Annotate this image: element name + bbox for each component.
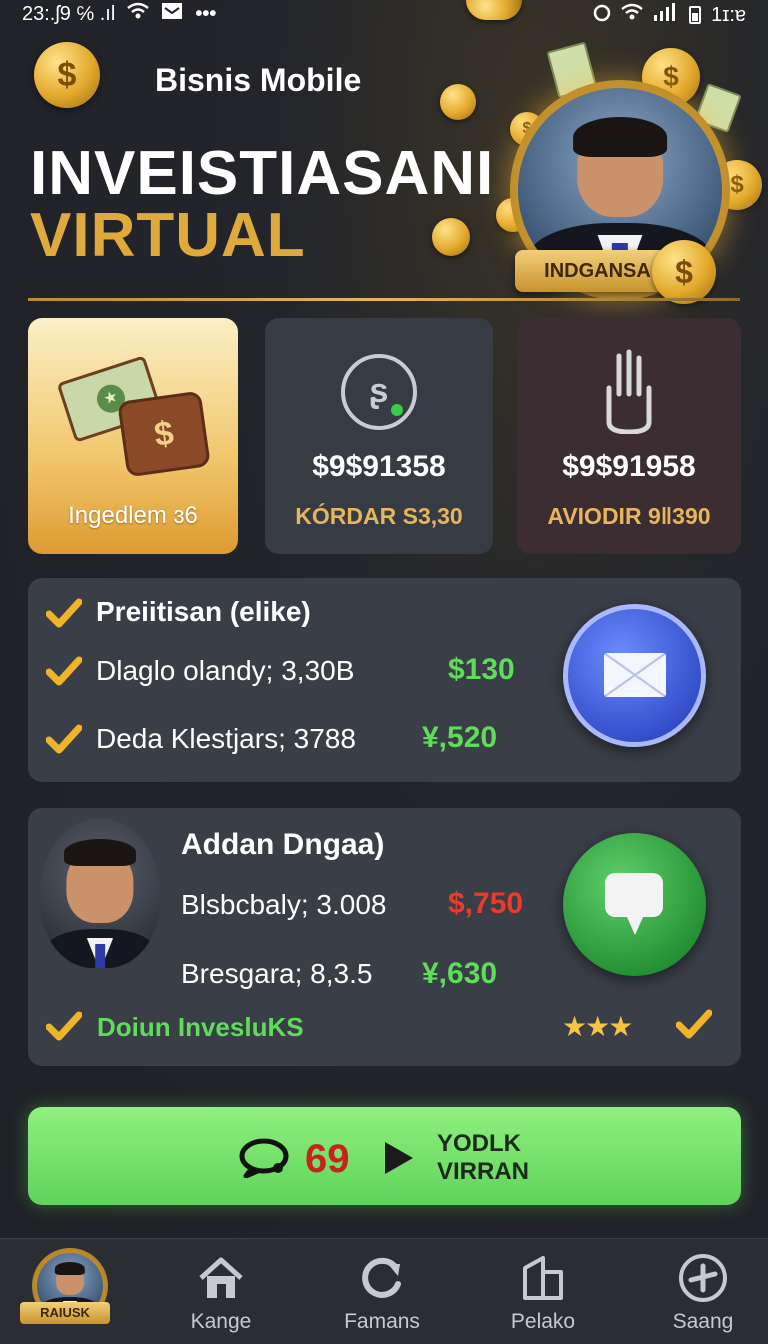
chat-button[interactable] <box>563 833 706 976</box>
stat-card-savings[interactable]: ʂ $9$91358 KÓRDAR S3,30 <box>265 318 493 554</box>
stat-card-sub: KÓRDAR S3,30 <box>295 503 463 529</box>
coin-icon: $ <box>34 42 100 108</box>
profile-footer-link[interactable]: Doiun InvesluKS <box>97 1012 304 1043</box>
play-icon <box>385 1142 413 1174</box>
refresh-icon <box>362 1257 401 1298</box>
wallet-money-icon: ★ $ <box>56 355 211 478</box>
battery-icon <box>689 6 702 24</box>
check-icon <box>46 724 82 754</box>
profile-row-value: ¥,630 <box>422 957 498 990</box>
stat-card-withdraw[interactable]: $9$91958 AVIODIR 9ǁ390 <box>517 318 741 554</box>
home-icon <box>199 1257 243 1298</box>
list-item-label: Dlaglo olandy; 3,30B <box>96 655 355 686</box>
investor-photo <box>40 818 160 968</box>
profile-row-label: Bresgara; 8,3.5 <box>181 958 373 989</box>
status-bar: 23:.ʃ9 ℅ .ıl ••• 1ɪ:ɐ <box>0 0 768 28</box>
cta-label-line1: YODLK <box>437 1130 521 1157</box>
stat-card-value: $9$91958 <box>562 450 696 483</box>
status-left: 23:.ʃ9 ℅ .ıl ••• <box>22 2 216 26</box>
mail-button[interactable] <box>563 604 706 747</box>
list-item-label: Deda Klestjars; 3788 <box>96 723 356 754</box>
plane-icon <box>679 1254 727 1302</box>
nav-item-saang[interactable]: Saang <box>633 1238 768 1344</box>
chat-icon <box>239 1138 289 1178</box>
profile-row-value: $,750 <box>448 887 524 920</box>
nav-item-famans[interactable]: Famans <box>312 1238 452 1344</box>
coin-icon <box>440 84 476 120</box>
nav-label: Saang <box>672 1310 734 1333</box>
nav-item-pelako[interactable]: Pelako <box>473 1238 613 1344</box>
nav-label: Kange <box>190 1310 252 1333</box>
header-divider <box>28 298 740 301</box>
stat-card-label: Ingedlem ɜ6 <box>68 502 198 529</box>
more-icon: ••• <box>195 2 217 25</box>
hand-icon <box>597 348 661 435</box>
stat-card-value: $9$91358 <box>312 450 446 483</box>
profile-row-label: Blsbcbaly; 3.008 <box>181 889 387 920</box>
nav-profile-tag: RAIUSK <box>20 1302 110 1324</box>
list-heading: Preiitisan (elike) <box>96 596 311 627</box>
check-icon <box>46 656 82 686</box>
nav-label: Pelako <box>510 1310 576 1333</box>
alarm-icon <box>593 2 611 28</box>
building-icon <box>523 1256 563 1300</box>
page-title-line1: INVEISTIASANI <box>30 139 495 208</box>
cta-label-line2: VIRRAN <box>437 1158 530 1185</box>
signal-icon <box>653 3 679 27</box>
wifi-icon <box>127 2 150 26</box>
coin-icon <box>432 218 470 256</box>
mail-icon <box>604 653 666 697</box>
stat-card-wallet[interactable]: ★ $ Ingedlem ɜ6 <box>28 318 238 554</box>
check-icon <box>676 1009 712 1039</box>
stat-card-sub: AVIODIR 9ǁ390 <box>547 503 711 529</box>
list-item-value: ¥,520 <box>422 721 498 754</box>
check-icon <box>46 1011 82 1041</box>
cta-count: 69 <box>305 1137 350 1181</box>
check-icon <box>46 598 82 628</box>
status-time: 23:.ʃ9 ℅ .ıl <box>22 2 116 25</box>
notification-icon <box>161 2 183 26</box>
list-item-value: $130 <box>448 653 515 686</box>
investor-name: Addan Dngaa) <box>181 828 385 861</box>
page-title-line2: VIRTUAL <box>30 201 306 270</box>
piggy-bank-icon: ʂ <box>341 354 417 430</box>
status-time-right: 1ɪ:ɐ <box>711 3 746 26</box>
rating-stars: ★★★ <box>562 1011 633 1042</box>
coin-icon: $ <box>652 240 716 304</box>
nav-item-kange[interactable]: Kange <box>151 1238 291 1344</box>
wifi-icon <box>621 3 643 27</box>
nav-label: Famans <box>344 1310 420 1333</box>
chat-bubble-icon <box>605 873 663 935</box>
app-name: Bisnis Mobile <box>155 62 362 98</box>
status-right: 1ɪ:ɐ <box>593 2 746 28</box>
